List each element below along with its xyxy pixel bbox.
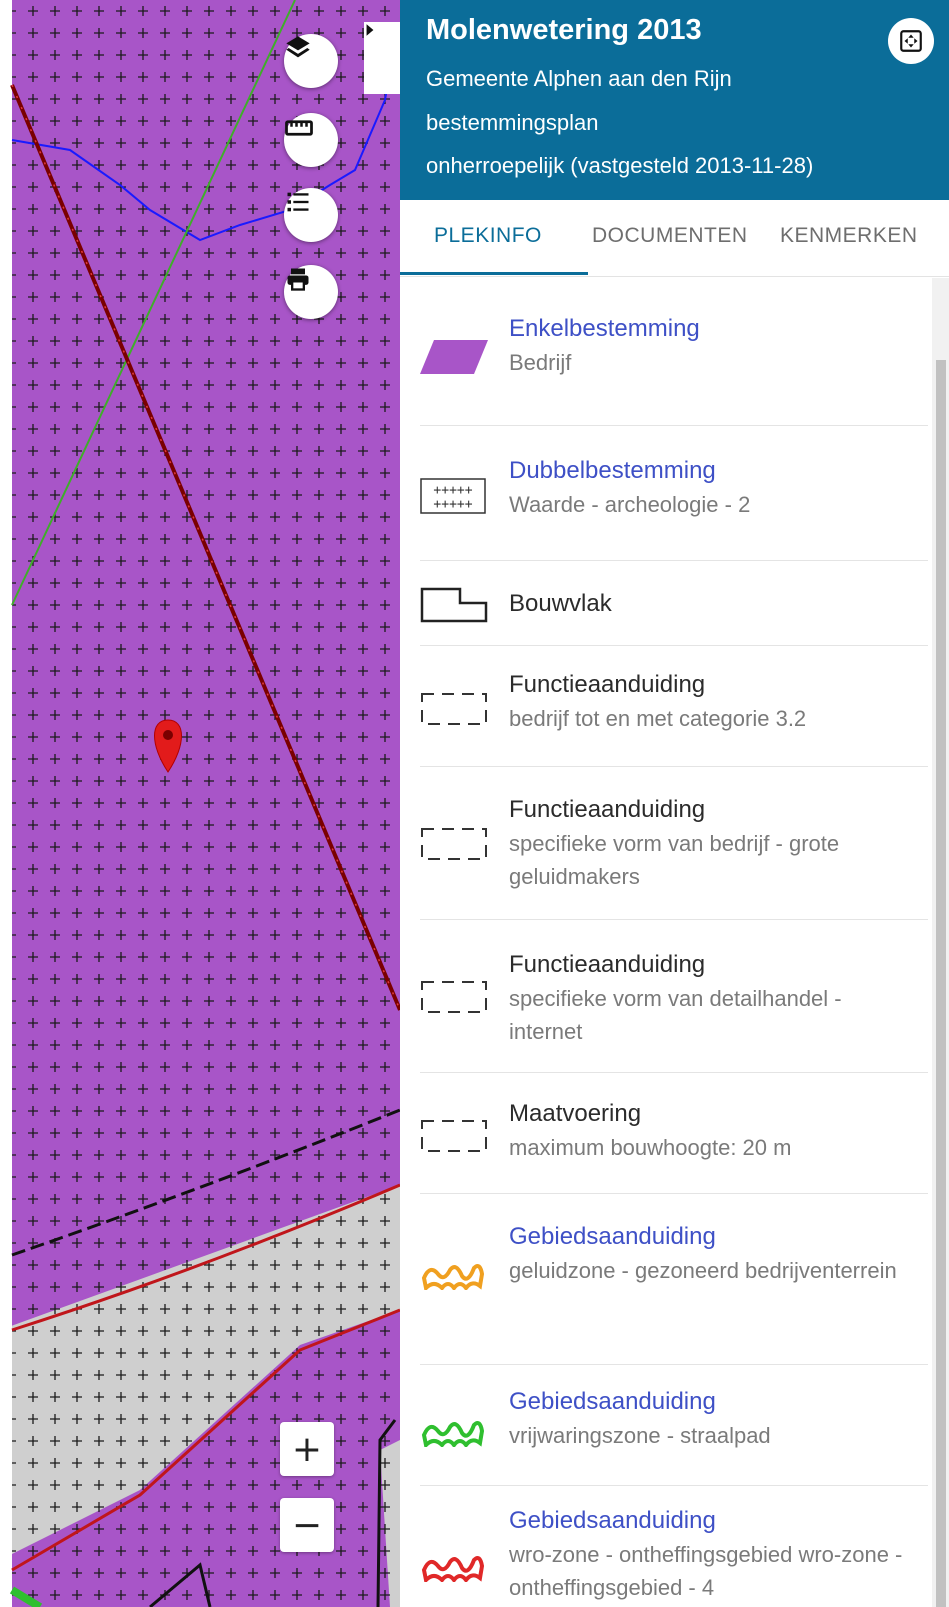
svg-text:+++++: +++++ bbox=[433, 483, 472, 498]
layers-button[interactable] bbox=[284, 34, 338, 88]
item-title[interactable]: Dubbelbestemming bbox=[509, 454, 716, 488]
list-item[interactable]: Functieaanduiding specifieke vorm van be… bbox=[400, 767, 932, 919]
item-subtitle: specifieke vorm van detailhandel - inter… bbox=[509, 986, 842, 1044]
item-subtitle: Bedrijf bbox=[509, 350, 572, 375]
item-subtitle: wro-zone - ontheffingsgebied wro-zone - … bbox=[509, 1542, 903, 1600]
item-title[interactable]: Gebiedsaanduiding bbox=[509, 1504, 716, 1538]
list-item[interactable]: Bouwvlak bbox=[400, 561, 932, 645]
legend-button[interactable] bbox=[284, 188, 338, 242]
plan-title: Molenwetering 2013 bbox=[426, 14, 702, 46]
red-zone-icon bbox=[421, 1556, 485, 1582]
tab-kenmerken[interactable]: KENMERKEN bbox=[780, 224, 918, 248]
dashed-box-icon bbox=[421, 1120, 487, 1152]
tab-documenten[interactable]: DOCUMENTEN bbox=[592, 224, 748, 248]
item-title[interactable]: Enkelbestemming bbox=[509, 312, 700, 346]
list-item[interactable]: Maatvoering maximum bouwhoogte: 20 m bbox=[400, 1073, 932, 1193]
item-title: Bouwvlak bbox=[509, 590, 612, 617]
info-panel: Molenwetering 2013 Gemeente Alphen aan d… bbox=[400, 0, 949, 1607]
plan-type: bestemmingsplan bbox=[426, 110, 599, 135]
item-title: Functieaanduiding bbox=[509, 951, 706, 978]
expand-icon bbox=[900, 30, 922, 52]
item-subtitle: maximum bouwhoogte: 20 m bbox=[509, 1135, 792, 1160]
item-title: Functieaanduiding bbox=[509, 671, 706, 698]
plan-header: Molenwetering 2013 Gemeente Alphen aan d… bbox=[400, 0, 949, 200]
printer-icon bbox=[287, 268, 309, 291]
plan-municipality: Gemeente Alphen aan den Rijn bbox=[426, 66, 732, 91]
item-subtitle: vrijwaringszone - straalpad bbox=[509, 1423, 771, 1448]
svg-text:+++++: +++++ bbox=[433, 497, 472, 512]
item-subtitle: geluidzone - gezoneerd bedrijventerrein bbox=[509, 1258, 897, 1283]
hatched-area-icon: +++++ +++++ bbox=[420, 478, 486, 514]
item-title[interactable]: Gebiedsaanduiding bbox=[509, 1385, 716, 1419]
item-subtitle: specifieke vorm van bedrijf - grote gelu… bbox=[509, 831, 840, 889]
dashed-box-icon bbox=[421, 981, 487, 1013]
item-subtitle: bedrijf tot en met categorie 3.2 bbox=[509, 706, 807, 731]
building-outline-icon bbox=[420, 587, 488, 623]
item-title: Maatvoering bbox=[509, 1100, 642, 1127]
item-title: Functieaanduiding bbox=[509, 796, 706, 823]
chevron-right-icon bbox=[366, 24, 374, 36]
measure-button[interactable] bbox=[284, 113, 338, 167]
divider bbox=[420, 425, 928, 426]
map-view[interactable]: + − bbox=[0, 0, 400, 1607]
plan-status: onherroepelijk (vastgesteld 2013-11-28) bbox=[426, 153, 814, 178]
purple-area-icon bbox=[420, 340, 488, 374]
map-canvas[interactable] bbox=[0, 0, 400, 1607]
green-zone-icon bbox=[421, 1421, 485, 1447]
list-item[interactable]: Functieaanduiding bedrijf tot en met cat… bbox=[400, 646, 932, 766]
item-subtitle: Waarde - archeologie - 2 bbox=[509, 492, 751, 517]
list-item[interactable]: Functieaanduiding specifieke vorm van de… bbox=[400, 920, 932, 1072]
list-item[interactable]: +++++ +++++ Dubbelbestemming Waarde - ar… bbox=[400, 436, 932, 560]
dashed-box-icon bbox=[421, 693, 487, 725]
active-tab-indicator bbox=[400, 272, 588, 275]
layers-icon bbox=[286, 36, 310, 58]
tab-plekinfo[interactable]: PLEKINFO bbox=[434, 224, 542, 248]
list-item[interactable]: Enkelbestemming Bedrijf bbox=[400, 300, 932, 425]
orange-zone-icon bbox=[421, 1264, 485, 1290]
ruler-icon bbox=[285, 120, 313, 136]
zoom-in-button[interactable]: + bbox=[280, 1422, 334, 1476]
map-edge bbox=[0, 0, 12, 1607]
panel-tabs: PLEKINFO DOCUMENTEN KENMERKEN bbox=[400, 200, 949, 277]
print-button[interactable] bbox=[284, 265, 338, 319]
fullscreen-button[interactable] bbox=[888, 18, 934, 64]
zoom-out-button[interactable]: − bbox=[280, 1498, 334, 1552]
scrollbar-thumb[interactable] bbox=[936, 360, 946, 1607]
list-item[interactable]: Gebiedsaanduiding wro-zone - ontheffings… bbox=[400, 1486, 932, 1607]
collapse-panel-button[interactable] bbox=[364, 22, 400, 94]
list-item[interactable]: Gebiedsaanduiding vrijwaringszone - stra… bbox=[400, 1365, 932, 1485]
list-item[interactable]: Gebiedsaanduiding geluidzone - gezoneerd… bbox=[400, 1194, 932, 1364]
item-title[interactable]: Gebiedsaanduiding bbox=[509, 1220, 716, 1254]
list-icon bbox=[287, 192, 309, 212]
dashed-box-icon bbox=[421, 828, 487, 860]
